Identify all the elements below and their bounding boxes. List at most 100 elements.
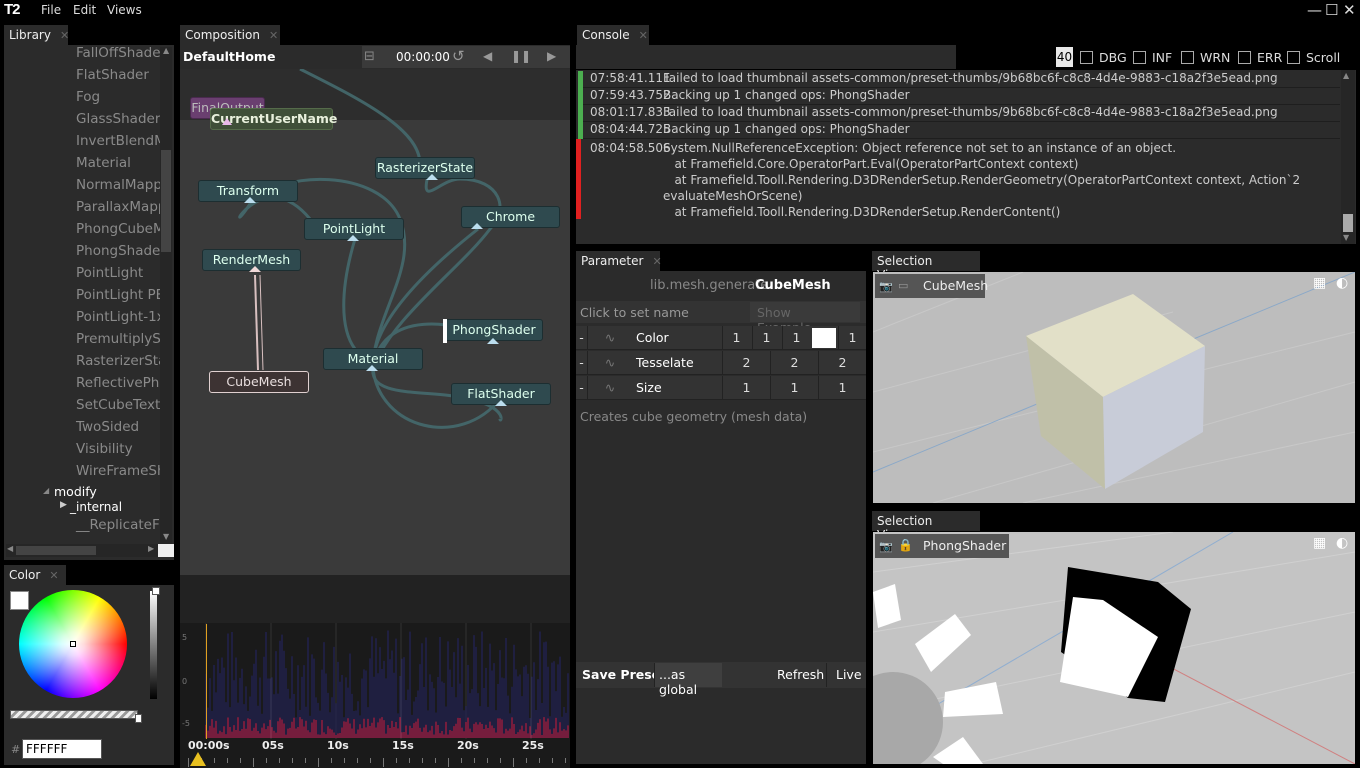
input-port-icon[interactable]: [487, 338, 499, 344]
scroll-down-icon[interactable]: ▼: [1343, 233, 1349, 242]
lock-icon[interactable]: 🔒: [898, 538, 913, 552]
rewind-icon[interactable]: ↺: [452, 47, 465, 65]
console-scrollbar-thumb[interactable]: [1343, 214, 1353, 232]
lock-icon[interactable]: ▭: [898, 279, 908, 292]
minimize-button[interactable]: —: [1307, 1, 1322, 19]
cube-viewport[interactable]: [873, 272, 1355, 503]
library-item[interactable]: FallOffShade: [76, 45, 161, 61]
tab-composition[interactable]: Composition ✕: [180, 25, 280, 45]
param-value[interactable]: 1: [752, 326, 780, 350]
library-item[interactable]: RasterizerSta: [76, 353, 166, 369]
library-item[interactable]: Visibility: [76, 441, 133, 457]
library-item[interactable]: PointLight PE: [76, 287, 164, 303]
library-item[interactable]: NormalMapp: [76, 177, 162, 193]
color-wheel-marker[interactable]: [70, 641, 76, 647]
breadcrumb[interactable]: DefaultHome: [183, 49, 275, 64]
library-item[interactable]: TwoSided: [76, 419, 139, 435]
input-port-icon[interactable]: [426, 174, 438, 180]
scroll-down-icon[interactable]: ▼: [163, 532, 169, 541]
input-port-icon[interactable]: [366, 365, 378, 371]
dbg-checkbox[interactable]: [1080, 51, 1093, 64]
tab-color[interactable]: Color ✕: [4, 565, 66, 585]
param-value[interactable]: 2: [770, 351, 818, 375]
input-port-icon[interactable]: [347, 235, 359, 241]
library-item[interactable]: PointLight-1x: [76, 309, 165, 325]
refresh-button[interactable]: Refresh: [777, 667, 824, 682]
input-port-icon[interactable]: [495, 400, 507, 406]
tab-selection-view-top[interactable]: Selection View✕: [872, 251, 980, 282]
param-value[interactable]: 1: [782, 326, 810, 350]
library-folder-modify[interactable]: modify: [54, 484, 97, 499]
library-item[interactable]: InvertBlendM: [76, 133, 166, 149]
tab-parameter[interactable]: Parameter ✕: [576, 251, 662, 271]
menu-views[interactable]: Views: [107, 3, 142, 17]
input-port-icon[interactable]: [471, 223, 483, 229]
inf-checkbox[interactable]: [1133, 51, 1146, 64]
param-value[interactable]: 2: [722, 351, 770, 375]
library-item[interactable]: ParallaxMapp: [76, 199, 166, 215]
scroll-checkbox[interactable]: [1287, 51, 1300, 64]
split-view-icon[interactable]: ⊟: [364, 49, 375, 64]
library-item[interactable]: PointLight: [76, 265, 143, 281]
library-item[interactable]: ReflectivePhe: [76, 375, 168, 391]
library-item[interactable]: PhongShade: [76, 243, 160, 259]
input-port-icon[interactable]: [249, 266, 261, 272]
live-button[interactable]: Live: [826, 663, 866, 687]
animation-curve-icon[interactable]: ∿: [590, 326, 630, 350]
menu-file[interactable]: File: [41, 3, 61, 17]
color-wheel[interactable]: [19, 590, 127, 698]
tab-selection-view-bottom[interactable]: Selection View✕: [872, 511, 980, 542]
pause-icon[interactable]: ❚❚: [511, 49, 531, 63]
input-port-icon[interactable]: [244, 197, 256, 203]
grid-icon[interactable]: ▦: [1313, 535, 1326, 551]
scroll-right-icon[interactable]: ▶: [148, 544, 154, 553]
library-folder-internal[interactable]: _internal: [70, 500, 122, 514]
color-hex-input[interactable]: FFFFFF: [22, 739, 102, 759]
tab-console[interactable]: Console ✕: [577, 25, 649, 45]
timeline-ruler[interactable]: [180, 739, 570, 768]
maximize-button[interactable]: ☐: [1325, 1, 1338, 19]
library-scrollbar[interactable]: [160, 47, 172, 544]
grid-icon[interactable]: ▦: [1313, 275, 1326, 291]
library-item[interactable]: __ReplicateF: [76, 517, 160, 533]
name-field[interactable]: Click to set name: [580, 305, 689, 320]
err-checkbox[interactable]: [1238, 51, 1251, 64]
console-entry[interactable]: 07:59:43.752 Backing up 1 changed ops: Ph…: [578, 88, 1340, 105]
wrn-checkbox[interactable]: [1181, 51, 1194, 64]
param-value[interactable]: 2: [818, 351, 866, 375]
as-global-button[interactable]: ...as global: [654, 663, 722, 697]
shading-icon[interactable]: ◐: [1336, 275, 1348, 291]
library-scrollbar-thumb[interactable]: [161, 150, 171, 252]
scroll-left-icon[interactable]: ◀: [7, 544, 13, 553]
library-item[interactable]: GlassShader: [76, 111, 160, 127]
play-icon[interactable]: ▶: [547, 49, 556, 63]
close-icon[interactable]: ✕: [60, 29, 69, 42]
param-value[interactable]: 1: [722, 326, 750, 350]
console-entry[interactable]: 08:01:17.833 Failed to load thumbnail ass…: [578, 105, 1340, 122]
play-back-icon[interactable]: ◀: [483, 49, 492, 63]
library-item[interactable]: SetCubeText: [76, 397, 160, 413]
library-item[interactable]: FlatShader: [76, 67, 149, 83]
shading-icon[interactable]: ◐: [1336, 535, 1348, 551]
scroll-up-icon[interactable]: ▲: [163, 46, 169, 55]
log-level-input[interactable]: 40: [1056, 47, 1073, 67]
alpha-slider[interactable]: [10, 710, 138, 719]
library-item[interactable]: Fog: [76, 89, 100, 105]
menu-edit[interactable]: Edit: [73, 3, 96, 17]
console-entry[interactable]: 07:58:41.111 Failed to load thumbnail ass…: [578, 71, 1340, 88]
tab-library[interactable]: Library ✕: [4, 25, 69, 45]
color-swatch[interactable]: [10, 591, 29, 610]
library-item[interactable]: Material: [76, 155, 131, 171]
animation-curve-icon[interactable]: ∿: [590, 351, 630, 375]
minus-button[interactable]: -: [576, 351, 588, 375]
close-icon[interactable]: ✕: [269, 29, 278, 42]
minus-button[interactable]: -: [576, 376, 588, 400]
show-example-button[interactable]: Show Example⌄: [750, 302, 860, 335]
close-icon[interactable]: ✕: [49, 569, 58, 582]
close-icon[interactable]: ✕: [639, 29, 648, 42]
brightness-slider-handle[interactable]: [152, 587, 160, 595]
camera-icon[interactable]: 📷: [879, 280, 893, 293]
brightness-slider[interactable]: [150, 591, 157, 699]
library-item[interactable]: PhongCubeM: [76, 221, 165, 237]
param-value[interactable]: 1: [838, 326, 866, 350]
